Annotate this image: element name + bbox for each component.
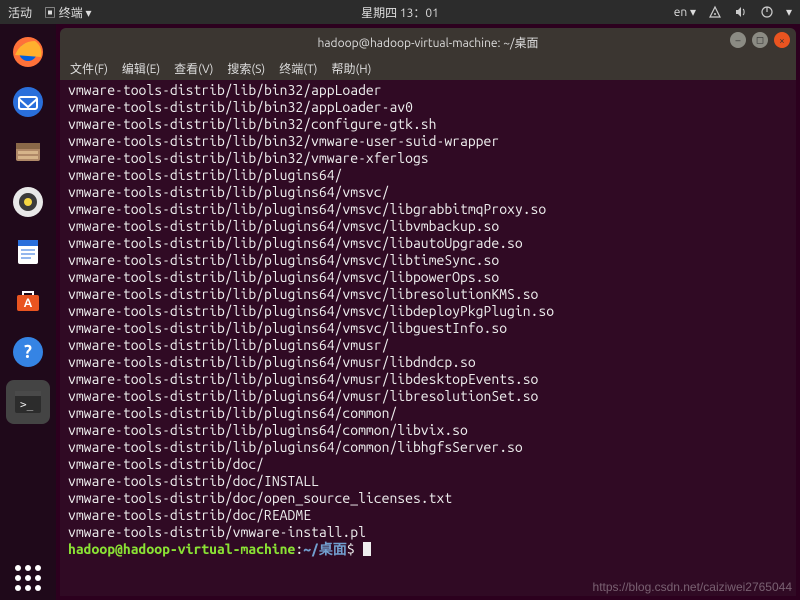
caret-icon: ▾ bbox=[786, 5, 792, 19]
activities-button[interactable]: 活动 bbox=[8, 4, 32, 21]
ubuntu-dock: A ? >_ bbox=[0, 24, 56, 600]
caret-icon: ▾ bbox=[86, 7, 92, 20]
terminal-output[interactable]: vmware-tools-distrib/lib/bin32/appLoader… bbox=[60, 80, 796, 596]
dock-item-files[interactable] bbox=[6, 130, 50, 174]
dock-item-terminal[interactable]: >_ bbox=[6, 380, 50, 424]
screen-icon: ▣ bbox=[44, 7, 56, 20]
terminal-title: hadoop@hadoop-virtual-machine: ~/桌面 bbox=[318, 34, 539, 51]
caret-icon: ▾ bbox=[690, 6, 696, 19]
svg-text:?: ? bbox=[24, 342, 32, 362]
dock-item-firefox[interactable] bbox=[6, 30, 50, 74]
gnome-top-panel: 活动 ▣ 终端 ▾ 星期四 13：01 en ▾ ▾ bbox=[0, 0, 800, 24]
show-applications-button[interactable] bbox=[6, 556, 50, 600]
apps-grid-icon bbox=[15, 565, 41, 591]
menu-terminal[interactable]: 终端(T) bbox=[279, 60, 317, 77]
dock-item-software[interactable]: A bbox=[6, 280, 50, 324]
terminal-menubar: 文件(F) 编辑(E) 查看(V) 搜索(S) 终端(T) 帮助(H) bbox=[60, 56, 796, 80]
input-source-indicator[interactable]: en ▾ bbox=[674, 5, 696, 19]
maximize-button[interactable]: ◻ bbox=[752, 32, 768, 48]
svg-text:A: A bbox=[24, 297, 33, 310]
watermark-text: https://blog.csdn.net/caiziwei2765044 bbox=[593, 580, 792, 594]
terminal-titlebar[interactable]: hadoop@hadoop-virtual-machine: ~/桌面 – ◻ … bbox=[60, 28, 796, 56]
menu-file[interactable]: 文件(F) bbox=[70, 60, 108, 77]
terminal-window: hadoop@hadoop-virtual-machine: ~/桌面 – ◻ … bbox=[60, 28, 796, 596]
dock-item-help[interactable]: ? bbox=[6, 330, 50, 374]
svg-text:>_: >_ bbox=[20, 398, 34, 411]
menu-edit[interactable]: 编辑(E) bbox=[122, 60, 160, 77]
dock-item-rhythmbox[interactable] bbox=[6, 180, 50, 224]
menu-view[interactable]: 查看(V) bbox=[174, 60, 213, 77]
menu-help[interactable]: 帮助(H) bbox=[331, 60, 371, 77]
terminal-cursor bbox=[363, 542, 371, 556]
dock-item-thunderbird[interactable] bbox=[6, 80, 50, 124]
dock-item-writer[interactable] bbox=[6, 230, 50, 274]
sound-icon[interactable] bbox=[734, 5, 748, 19]
clock-label[interactable]: 星期四 13：01 bbox=[361, 4, 439, 21]
power-icon[interactable] bbox=[760, 5, 774, 19]
close-button[interactable]: × bbox=[774, 32, 790, 48]
network-icon[interactable] bbox=[708, 5, 722, 19]
app-indicator[interactable]: ▣ 终端 ▾ bbox=[44, 4, 92, 21]
minimize-button[interactable]: – bbox=[730, 32, 746, 48]
menu-search[interactable]: 搜索(S) bbox=[227, 60, 265, 77]
app-indicator-label: 终端 bbox=[59, 7, 83, 20]
